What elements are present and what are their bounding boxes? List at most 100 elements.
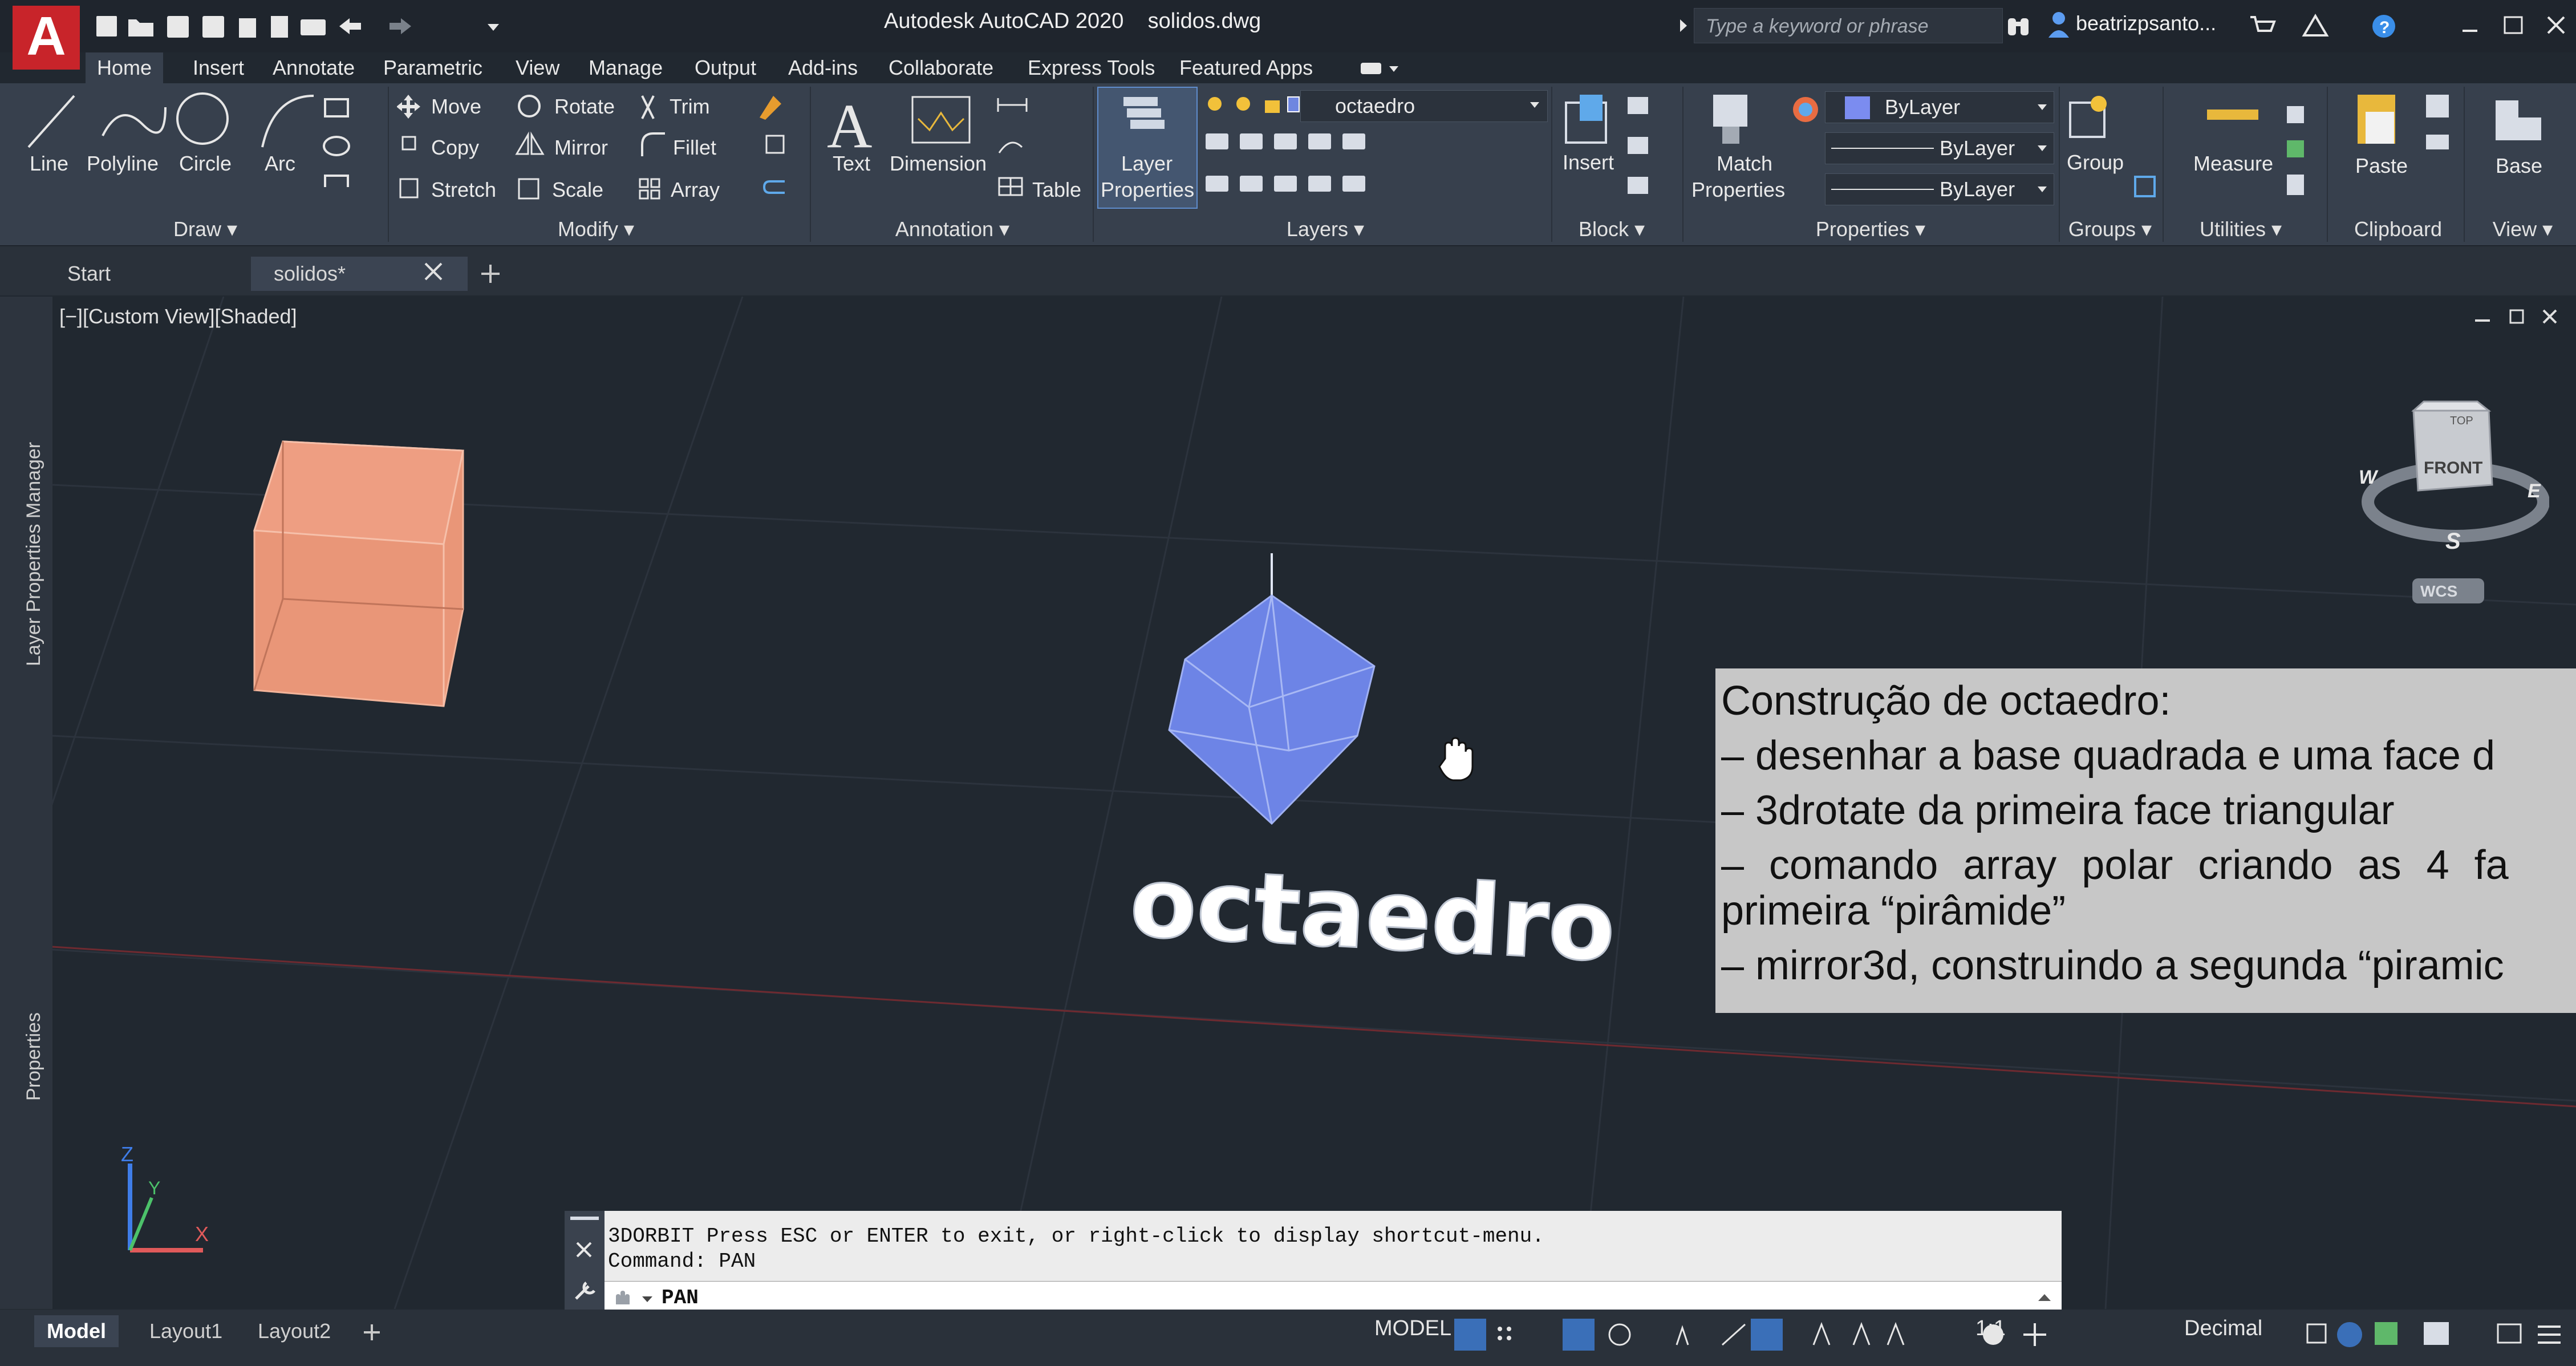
redo-icon[interactable]	[390, 18, 411, 34]
draw-panel-label[interactable]: Draw ▾	[23, 216, 388, 243]
copy-icon[interactable]	[401, 136, 416, 151]
array-icon[interactable]	[639, 178, 660, 200]
arc-icon[interactable]	[261, 95, 314, 148]
tab-featured-apps[interactable]: Featured Apps	[1168, 52, 1324, 83]
trim-icon[interactable]	[641, 95, 655, 119]
annotation-scale[interactable]: 1:1	[1975, 1316, 2006, 1341]
tab-add-ins[interactable]: Add-ins	[777, 52, 869, 83]
annotation-visibility-icon[interactable]	[1812, 1322, 1831, 1345]
compass-east-label[interactable]: E	[2528, 480, 2541, 502]
text-button[interactable]: Text	[833, 152, 870, 176]
lock-ui-icon[interactable]	[2337, 1322, 2362, 1347]
close-command-line-icon[interactable]	[576, 1242, 592, 1258]
line-icon[interactable]	[27, 95, 75, 148]
scale-icon[interactable]	[518, 178, 539, 200]
viewport-close-icon[interactable]	[2542, 309, 2557, 324]
move-icon[interactable]	[397, 95, 420, 119]
trim-button[interactable]: Trim	[670, 95, 710, 119]
expand-search-icon[interactable]	[1678, 17, 1689, 34]
stretch-button[interactable]: Stretch	[431, 178, 496, 202]
tab-parametric[interactable]: Parametric	[372, 52, 494, 83]
fillet-button[interactable]: Fillet	[673, 136, 716, 160]
open-file-icon[interactable]	[128, 19, 153, 37]
modify-panel-label[interactable]: Modify ▾	[394, 216, 798, 243]
table-button[interactable]: Table	[1032, 178, 1081, 202]
mirror-icon[interactable]	[515, 131, 545, 155]
layer-dropdown[interactable]: octaedro	[1300, 90, 1548, 122]
block-panel-label[interactable]: Block ▾	[1555, 216, 1669, 243]
tab-view[interactable]: View	[504, 52, 571, 83]
tab-insert[interactable]: Insert	[181, 52, 255, 83]
new-layout-icon[interactable]	[362, 1322, 382, 1343]
move-button[interactable]: Move	[431, 95, 481, 119]
measure-button[interactable]: Measure	[2193, 152, 2273, 176]
isolate-objects-icon[interactable]	[2375, 1322, 2397, 1345]
viewcube-front-label[interactable]: FRONT	[2424, 459, 2482, 477]
leader-icon[interactable]	[998, 141, 1023, 153]
circle-icon[interactable]	[176, 92, 229, 145]
lock-icon[interactable]	[1265, 100, 1280, 113]
linetype-dropdown[interactable]: ByLayer	[1825, 132, 2054, 164]
annotation-monitor-icon[interactable]	[2023, 1323, 2046, 1346]
tab-manage[interactable]: Manage	[577, 52, 674, 83]
polyline-icon[interactable]	[102, 107, 167, 136]
view-panel-label[interactable]: View ▾	[2469, 216, 2576, 243]
compass-west-label[interactable]: W	[2359, 467, 2379, 488]
rotate-icon[interactable]	[518, 95, 541, 117]
circle-button[interactable]: Circle	[179, 152, 232, 176]
arc-button[interactable]: Arc	[265, 152, 295, 176]
user-icon[interactable]	[2047, 10, 2070, 39]
layers-panel-label[interactable]: Layers ▾	[1097, 216, 1553, 243]
dimension-button[interactable]: Dimension	[890, 152, 987, 176]
customization-menu-icon[interactable]	[2538, 1326, 2561, 1344]
wcs-menu[interactable]: WCS	[2420, 582, 2457, 600]
utilities-panel-label[interactable]: Utilities ▾	[2164, 216, 2318, 243]
create-block-icon[interactable]	[1628, 97, 1648, 114]
user-account[interactable]: beatrizpsanto...	[2076, 11, 2216, 35]
stretch-icon[interactable]	[399, 178, 419, 198]
publish-icon[interactable]	[239, 18, 256, 38]
tab-output[interactable]: Output	[683, 52, 768, 83]
tab-collaborate[interactable]: Collaborate	[877, 52, 1005, 83]
close-tab-icon[interactable]	[422, 260, 445, 283]
array-button[interactable]: Array	[671, 178, 720, 202]
match-properties-icon[interactable]	[1705, 90, 1819, 153]
lightbulb-icon[interactable]	[1208, 97, 1222, 111]
layer-properties-palette-tab[interactable]: Layer Properties Manager	[23, 442, 45, 666]
application-menu-button[interactable]: A	[13, 6, 80, 70]
ortho-mode-icon[interactable]	[1563, 1319, 1595, 1351]
ellipse-icon[interactable]	[323, 136, 350, 156]
rectangle-icon[interactable]	[324, 98, 349, 117]
object-snap-tracking-icon[interactable]	[1721, 1323, 1746, 1346]
cube-solid[interactable]	[251, 439, 468, 707]
annotation-scale-icon[interactable]	[1887, 1322, 1905, 1345]
tab-express-tools[interactable]: Express Tools	[1016, 52, 1166, 83]
viewport-controls-label[interactable]: [−][Custom View][Shaded]	[59, 305, 297, 329]
polyline-button[interactable]: Polyline	[87, 152, 159, 176]
polar-tracking-icon[interactable]	[1608, 1323, 1631, 1346]
grid-display-icon[interactable]	[1454, 1319, 1486, 1351]
lineweight-dropdown[interactable]: ByLayer	[1825, 173, 2054, 205]
save-as-icon[interactable]	[202, 16, 224, 38]
cart-icon[interactable]	[2250, 16, 2276, 32]
properties-panel-label[interactable]: Properties ▾	[1688, 216, 2053, 243]
tab-start[interactable]: Start	[67, 257, 111, 291]
mirror-button[interactable]: Mirror	[554, 136, 608, 160]
linear-dimension-icon[interactable]	[997, 98, 1028, 112]
new-file-icon[interactable]	[96, 16, 117, 37]
insert-button[interactable]: Insert	[1563, 151, 1614, 175]
hardware-acceleration-icon[interactable]	[2424, 1322, 2449, 1345]
fillet-icon[interactable]	[641, 132, 665, 156]
viewport-restore-icon[interactable]	[2509, 309, 2524, 324]
dimension-icon[interactable]	[911, 96, 971, 144]
customize-wrench-icon[interactable]	[575, 1282, 595, 1300]
base-view-icon[interactable]	[2492, 95, 2549, 146]
save-icon[interactable]	[167, 16, 189, 38]
search-input[interactable]: Type a keyword or phrase	[1694, 8, 2003, 43]
tab-annotate[interactable]: Annotate	[261, 52, 366, 83]
tab-layout2[interactable]: Layout2	[245, 1315, 343, 1347]
annotation-panel-label[interactable]: Annotation ▾	[816, 216, 1089, 243]
group-icon[interactable]	[2064, 91, 2156, 205]
group-button[interactable]: Group	[2067, 151, 2124, 175]
close-window-icon[interactable]	[2547, 16, 2565, 34]
